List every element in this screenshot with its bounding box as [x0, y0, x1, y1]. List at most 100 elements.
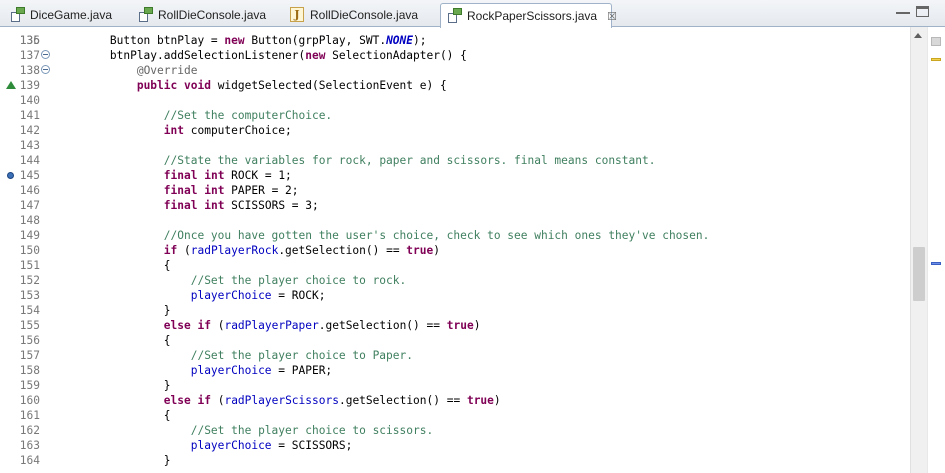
- code-line[interactable]: 147 final int SCISSORS = 3;: [0, 198, 910, 213]
- tab-rolldieconsole-class[interactable]: J RollDieConsole.java: [284, 3, 418, 27]
- line-number: 147: [19, 199, 40, 212]
- code-line[interactable]: 149 //Once you have gotten the user's ch…: [0, 228, 910, 243]
- code-line[interactable]: 153 playerChoice = ROCK;: [0, 288, 910, 303]
- overview-ruler[interactable]: [927, 27, 945, 473]
- code-text: final int PAPER = 2;: [56, 183, 299, 198]
- code-line[interactable]: 145 final int ROCK = 1;: [0, 168, 910, 183]
- code-line[interactable]: 144 //State the variables for rock, pape…: [0, 153, 910, 168]
- code-token: }: [56, 379, 171, 392]
- code-token: }: [56, 304, 171, 317]
- tab-dicegame[interactable]: DiceGame.java: [4, 3, 112, 27]
- line-number: 146: [19, 184, 40, 197]
- code-line[interactable]: 151 {: [0, 258, 910, 273]
- code-token: );: [413, 34, 427, 47]
- code-line[interactable]: 150 if (radPlayerRock.getSelection() == …: [0, 243, 910, 258]
- code-line[interactable]: 158 playerChoice = PAPER;: [0, 363, 910, 378]
- overview-ruler-summary-icon: [931, 37, 941, 46]
- code-line[interactable]: 156 {: [0, 333, 910, 348]
- code-token: if: [163, 244, 178, 257]
- code-token: else: [163, 394, 191, 407]
- code-line[interactable]: 138 @Override: [0, 63, 910, 78]
- code-line[interactable]: 141 //Set the computerChoice.: [0, 108, 910, 123]
- close-tab-icon[interactable]: ☒: [607, 10, 617, 23]
- code-text: final int SCISSORS = 3;: [56, 198, 319, 213]
- vertical-scrollbar[interactable]: [910, 27, 927, 473]
- code-text: //Once you have gotten the user's choice…: [56, 228, 710, 243]
- code-text: @Override: [56, 63, 198, 78]
- code-line[interactable]: 160 else if (radPlayerScissors.getSelect…: [0, 393, 910, 408]
- tab-rockpaperscissors[interactable]: RockPaperScissors.java ☒: [440, 3, 617, 28]
- line-number: 148: [19, 214, 40, 227]
- code-line[interactable]: 140: [0, 93, 910, 108]
- collapse-fold-icon[interactable]: [41, 65, 50, 74]
- code-token: radPlayerScissors: [224, 394, 339, 407]
- code-line[interactable]: 164 }: [0, 453, 910, 468]
- code-line[interactable]: 163 playerChoice = SCISSORS;: [0, 438, 910, 453]
- code-token: radPlayerPaper: [224, 319, 319, 332]
- code-text: public void widgetSelected(SelectionEven…: [56, 78, 447, 93]
- code-text: //Set the player choice to rock.: [56, 273, 407, 288]
- code-line[interactable]: 155 else if (radPlayerPaper.getSelection…: [0, 318, 910, 333]
- line-number: 161: [19, 409, 40, 422]
- code-line[interactable]: 159 }: [0, 378, 910, 393]
- minimize-icon[interactable]: [896, 6, 910, 14]
- line-number: 164: [19, 454, 40, 467]
- code-token: }: [56, 454, 171, 467]
- code-token: //Set the player choice to Paper.: [190, 349, 413, 362]
- code-token: ): [433, 244, 440, 257]
- code-line[interactable]: 148: [0, 213, 910, 228]
- occurrence-marker-icon[interactable]: [931, 262, 941, 265]
- collapse-fold-icon[interactable]: [41, 50, 50, 59]
- line-number: 136: [19, 34, 40, 47]
- code-line[interactable]: 154 }: [0, 303, 910, 318]
- code-token: .getSelection() ==: [338, 394, 467, 407]
- java-file-icon: [138, 7, 154, 23]
- code-token: public: [136, 79, 178, 92]
- tab-label: DiceGame.java: [30, 8, 113, 22]
- code-token: Button(grpPlay, SWT.: [244, 34, 387, 47]
- code-line[interactable]: 152 //Set the player choice to rock.: [0, 273, 910, 288]
- code-line[interactable]: 162 //Set the player choice to scissors.: [0, 423, 910, 438]
- code-line[interactable]: 139 public void widgetSelected(Selection…: [0, 78, 910, 93]
- code-text: //Set the player choice to scissors.: [56, 423, 433, 438]
- code-editor[interactable]: 135 136 Button btnPlay = new Button(grpP…: [0, 27, 945, 473]
- code-line[interactable]: 146 final int PAPER = 2;: [0, 183, 910, 198]
- code-token: NONE: [386, 34, 414, 47]
- code-token: .getSelection() ==: [278, 244, 407, 257]
- maximize-icon[interactable]: [916, 6, 929, 17]
- code-line[interactable]: 136 Button btnPlay = new Button(grpPlay,…: [0, 33, 910, 48]
- code-token: else: [163, 319, 191, 332]
- code-token: //Set the player choice to scissors.: [190, 424, 434, 437]
- line-number: 158: [19, 364, 40, 377]
- code-line[interactable]: 143: [0, 138, 910, 153]
- code-text: int computerChoice;: [56, 123, 292, 138]
- code-line[interactable]: 161 {: [0, 408, 910, 423]
- scrollbar-thumb[interactable]: [913, 247, 925, 301]
- line-number: 150: [19, 244, 40, 257]
- line-number: 156: [19, 334, 40, 347]
- scroll-up-icon[interactable]: [914, 33, 922, 38]
- code-text: if (radPlayerRock.getSelection() == true…: [56, 243, 440, 258]
- code-line[interactable]: 137 btnPlay.addSelectionListener(new Sel…: [0, 48, 910, 63]
- code-line[interactable]: 157 //Set the player choice to Paper.: [0, 348, 910, 363]
- line-number: 157: [19, 349, 40, 362]
- line-number: 155: [19, 319, 40, 332]
- line-number: 153: [19, 289, 40, 302]
- code-text: //State the variables for rock, paper an…: [56, 153, 656, 168]
- code-token: Button btnPlay =: [56, 34, 225, 47]
- code-token: //Set the computerChoice.: [163, 109, 333, 122]
- tab-rolldieconsole[interactable]: RollDieConsole.java: [132, 3, 266, 27]
- code-token: if: [197, 319, 211, 332]
- code-text: playerChoice = ROCK;: [56, 288, 326, 303]
- line-number: 140: [19, 94, 40, 107]
- code-text: //Set the player choice to Paper.: [56, 348, 413, 363]
- warning-marker-icon[interactable]: [931, 58, 941, 61]
- code-line[interactable]: 142 int computerChoice;: [0, 123, 910, 138]
- code-token: {: [56, 409, 171, 422]
